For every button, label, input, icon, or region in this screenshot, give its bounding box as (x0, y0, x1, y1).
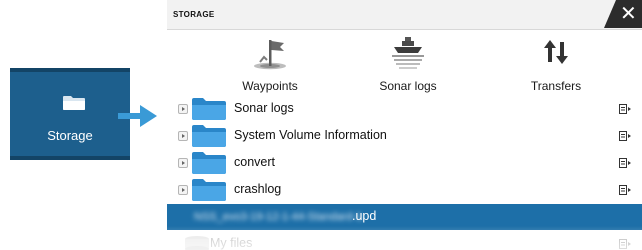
expand-icon[interactable] (178, 185, 188, 195)
waypoint-flag-icon (254, 40, 286, 70)
close-icon: ✕ (620, 1, 637, 25)
list-item[interactable]: crashlog (167, 177, 642, 203)
storage-dialog: STORAGE ✕ Waypoints Sonar logs Transfers… (167, 0, 642, 250)
folder-icon (192, 152, 226, 174)
waypoints-label: Waypoints (242, 79, 298, 93)
storage-launcher-tile[interactable]: Storage (10, 68, 130, 160)
folder-icon (192, 179, 226, 201)
file-name: My files (210, 236, 253, 250)
file-name: System Volume Information (234, 128, 387, 142)
context-menu-icon[interactable] (619, 104, 631, 114)
transfers-button[interactable]: Transfers (496, 34, 616, 93)
arrow-right-icon (118, 105, 157, 127)
blurred-file-name: NSS_evo3-19-12-1-44-Standard-1 (194, 211, 363, 223)
expand-icon[interactable] (178, 158, 188, 168)
transfer-arrows-icon (544, 40, 568, 64)
list-item[interactable]: Sonar logs (167, 96, 642, 122)
context-menu-icon[interactable] (619, 158, 631, 168)
list-item[interactable]: My files (167, 231, 642, 250)
transfers-label: Transfers (530, 79, 582, 93)
file-name: crashlog (234, 182, 282, 196)
waypoints-button[interactable]: Waypoints (210, 34, 330, 93)
folder-icon (192, 125, 226, 147)
context-menu-icon[interactable] (619, 131, 631, 141)
context-menu-icon[interactable] (619, 239, 631, 249)
list-item[interactable]: convert (167, 150, 642, 176)
file-name: convert (234, 155, 275, 169)
dialog-header: STORAGE (167, 0, 642, 30)
context-menu-icon[interactable] (619, 185, 631, 195)
folder-icon (63, 96, 85, 110)
launcher-label: Storage (47, 128, 93, 143)
expand-icon[interactable] (178, 131, 188, 141)
file-name: Sonar logs (234, 101, 294, 115)
expand-icon[interactable] (178, 104, 188, 114)
sonar-logs-button[interactable]: Sonar logs (348, 34, 468, 93)
tile-top-edge (10, 68, 130, 72)
list-item[interactable]: System Volume Information (167, 123, 642, 149)
folder-icon (192, 98, 226, 120)
drive-icon (185, 236, 209, 250)
dialog-title: STORAGE (173, 10, 215, 19)
tile-bottom-edge (10, 156, 130, 160)
file-list[interactable]: Sonar logs System Volume Information con… (167, 96, 642, 250)
file-extension: .upd (352, 209, 377, 223)
selected-file-row[interactable]: NSS_evo3-19-12-1-44-Standard-1 .upd (167, 204, 642, 230)
sonar-logs-label: Sonar logs (379, 79, 437, 93)
boat-sonar-icon (392, 37, 424, 69)
